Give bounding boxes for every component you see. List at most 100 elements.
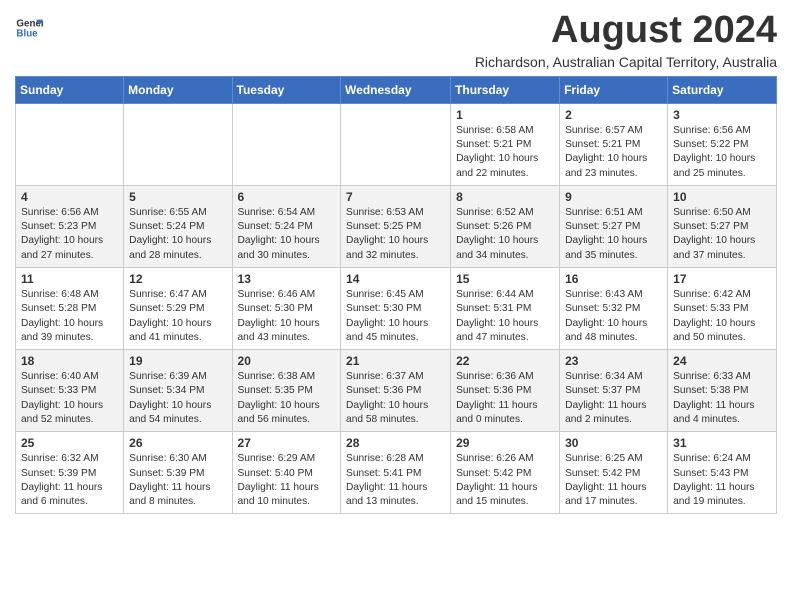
day-info: Sunrise: 6:55 AM Sunset: 5:24 PM Dayligh… (129, 206, 226, 263)
day-cell (124, 103, 232, 185)
day-number: 14 (346, 272, 445, 286)
week-row-3: 11 Sunrise: 6:48 AM Sunset: 5:28 PM Dayli… (16, 268, 777, 350)
day-info: Sunrise: 6:52 AM Sunset: 5:26 PM Dayligh… (456, 206, 554, 263)
day-cell: 19 Sunrise: 6:39 AM Sunset: 5:34 PM Dayli… (124, 350, 232, 432)
day-info: Sunrise: 6:24 AM Sunset: 5:43 PM Dayligh… (673, 452, 771, 509)
day-cell: 22Sunrise: 6:36 AM Sunset: 5:36 PM Dayli… (451, 350, 560, 432)
day-info: Sunrise: 6:38 AM Sunset: 5:35 PM Dayligh… (238, 370, 336, 427)
day-cell: 1Sunrise: 6:58 AM Sunset: 5:21 PM Daylig… (451, 103, 560, 185)
day-info: Sunrise: 6:48 AM Sunset: 5:28 PM Dayligh… (21, 288, 118, 345)
day-number: 13 (238, 272, 336, 286)
day-info: Sunrise: 6:43 AM Sunset: 5:32 PM Dayligh… (565, 288, 662, 345)
day-number: 9 (565, 190, 662, 204)
day-cell: 12Sunrise: 6:47 AM Sunset: 5:29 PM Dayli… (124, 268, 232, 350)
day-number: 18 (21, 354, 118, 368)
day-cell: 27Sunrise: 6:29 AM Sunset: 5:40 PM Dayli… (232, 432, 341, 514)
day-number: 7 (346, 190, 445, 204)
day-number: 6 (238, 190, 336, 204)
day-number: 27 (238, 436, 336, 450)
day-number: 11 (21, 272, 118, 286)
day-cell: 28 Sunrise: 6:28 AM Sunset: 5:41 PM Dayli… (341, 432, 451, 514)
day-info: Sunrise: 6:37 AM Sunset: 5:36 PM Dayligh… (346, 370, 445, 427)
day-cell: 26Sunrise: 6:30 AM Sunset: 5:39 PM Dayli… (124, 432, 232, 514)
day-cell: 13 Sunrise: 6:46 AM Sunset: 5:30 PM Dayli… (232, 268, 341, 350)
day-cell (16, 103, 124, 185)
day-cell (232, 103, 341, 185)
day-cell: 29 Sunrise: 6:26 AM Sunset: 5:42 PM Dayli… (451, 432, 560, 514)
header-cell-monday: Monday (124, 76, 232, 103)
day-number: 29 (456, 436, 554, 450)
header-cell-thursday: Thursday (451, 76, 560, 103)
day-info: Sunrise: 6:58 AM Sunset: 5:21 PM Dayligh… (456, 124, 554, 181)
day-cell: 16 Sunrise: 6:43 AM Sunset: 5:32 PM Dayli… (560, 268, 668, 350)
day-cell: 17 Sunrise: 6:42 AM Sunset: 5:33 PM Dayli… (668, 268, 777, 350)
day-cell: 20 Sunrise: 6:38 AM Sunset: 5:35 PM Dayli… (232, 350, 341, 432)
header-cell-sunday: Sunday (16, 76, 124, 103)
week-row-2: 4 Sunrise: 6:56 AM Sunset: 5:23 PM Daylig… (16, 185, 777, 267)
day-cell: 11 Sunrise: 6:48 AM Sunset: 5:28 PM Dayli… (16, 268, 124, 350)
day-number: 28 (346, 436, 445, 450)
day-number: 12 (129, 272, 226, 286)
main-title: August 2024 (475, 10, 777, 52)
logo: General Blue (15, 14, 43, 42)
day-cell: 24Sunrise: 6:33 AM Sunset: 5:38 PM Dayli… (668, 350, 777, 432)
header-row: SundayMondayTuesdayWednesdayThursdayFrid… (16, 76, 777, 103)
title-area: August 2024 Richardson, Australian Capit… (475, 10, 777, 70)
day-info: Sunrise: 6:28 AM Sunset: 5:41 PM Dayligh… (346, 452, 445, 509)
day-info: Sunrise: 6:42 AM Sunset: 5:33 PM Dayligh… (673, 288, 771, 345)
logo-icon: General Blue (15, 14, 43, 42)
calendar-header: SundayMondayTuesdayWednesdayThursdayFrid… (16, 76, 777, 103)
day-cell: 21 Sunrise: 6:37 AM Sunset: 5:36 PM Dayli… (341, 350, 451, 432)
day-info: Sunrise: 6:40 AM Sunset: 5:33 PM Dayligh… (21, 370, 118, 427)
day-number: 26 (129, 436, 226, 450)
header-cell-wednesday: Wednesday (341, 76, 451, 103)
day-cell: 14 Sunrise: 6:45 AM Sunset: 5:30 PM Dayli… (341, 268, 451, 350)
header-cell-friday: Friday (560, 76, 668, 103)
day-cell: 25Sunrise: 6:32 AM Sunset: 5:39 PM Dayli… (16, 432, 124, 514)
day-info: Sunrise: 6:33 AM Sunset: 5:38 PM Dayligh… (673, 370, 771, 427)
day-number: 21 (346, 354, 445, 368)
day-info: Sunrise: 6:45 AM Sunset: 5:30 PM Dayligh… (346, 288, 445, 345)
day-cell: 4 Sunrise: 6:56 AM Sunset: 5:23 PM Daylig… (16, 185, 124, 267)
day-number: 23 (565, 354, 662, 368)
day-number: 17 (673, 272, 771, 286)
day-info: Sunrise: 6:26 AM Sunset: 5:42 PM Dayligh… (456, 452, 554, 509)
day-cell: 5 Sunrise: 6:55 AM Sunset: 5:24 PM Daylig… (124, 185, 232, 267)
day-number: 10 (673, 190, 771, 204)
day-cell (341, 103, 451, 185)
header-cell-tuesday: Tuesday (232, 76, 341, 103)
week-row-4: 18 Sunrise: 6:40 AM Sunset: 5:33 PM Dayli… (16, 350, 777, 432)
day-number: 20 (238, 354, 336, 368)
week-row-1: 1Sunrise: 6:58 AM Sunset: 5:21 PM Daylig… (16, 103, 777, 185)
day-info: Sunrise: 6:51 AM Sunset: 5:27 PM Dayligh… (565, 206, 662, 263)
header: General Blue August 2024 Richardson, Aus… (15, 10, 777, 70)
day-info: Sunrise: 6:34 AM Sunset: 5:37 PM Dayligh… (565, 370, 662, 427)
calendar-body: 1Sunrise: 6:58 AM Sunset: 5:21 PM Daylig… (16, 103, 777, 514)
day-info: Sunrise: 6:44 AM Sunset: 5:31 PM Dayligh… (456, 288, 554, 345)
day-info: Sunrise: 6:54 AM Sunset: 5:24 PM Dayligh… (238, 206, 336, 263)
day-number: 8 (456, 190, 554, 204)
day-info: Sunrise: 6:36 AM Sunset: 5:36 PM Dayligh… (456, 370, 554, 427)
day-info: Sunrise: 6:56 AM Sunset: 5:23 PM Dayligh… (21, 206, 118, 263)
day-number: 16 (565, 272, 662, 286)
svg-text:Blue: Blue (16, 28, 38, 39)
day-info: Sunrise: 6:46 AM Sunset: 5:30 PM Dayligh… (238, 288, 336, 345)
day-number: 3 (673, 108, 771, 122)
day-number: 31 (673, 436, 771, 450)
day-cell: 6 Sunrise: 6:54 AM Sunset: 5:24 PM Daylig… (232, 185, 341, 267)
day-info: Sunrise: 6:50 AM Sunset: 5:27 PM Dayligh… (673, 206, 771, 263)
day-cell: 18 Sunrise: 6:40 AM Sunset: 5:33 PM Dayli… (16, 350, 124, 432)
day-cell: 7Sunrise: 6:53 AM Sunset: 5:25 PM Daylig… (341, 185, 451, 267)
day-info: Sunrise: 6:56 AM Sunset: 5:22 PM Dayligh… (673, 124, 771, 181)
day-cell: 2Sunrise: 6:57 AM Sunset: 5:21 PM Daylig… (560, 103, 668, 185)
day-cell: 30Sunrise: 6:25 AM Sunset: 5:42 PM Dayli… (560, 432, 668, 514)
day-number: 4 (21, 190, 118, 204)
day-number: 5 (129, 190, 226, 204)
day-cell: 9 Sunrise: 6:51 AM Sunset: 5:27 PM Daylig… (560, 185, 668, 267)
day-info: Sunrise: 6:39 AM Sunset: 5:34 PM Dayligh… (129, 370, 226, 427)
day-cell: 31 Sunrise: 6:24 AM Sunset: 5:43 PM Dayli… (668, 432, 777, 514)
day-cell: 8 Sunrise: 6:52 AM Sunset: 5:26 PM Daylig… (451, 185, 560, 267)
day-info: Sunrise: 6:32 AM Sunset: 5:39 PM Dayligh… (21, 452, 118, 509)
day-cell: 23 Sunrise: 6:34 AM Sunset: 5:37 PM Dayli… (560, 350, 668, 432)
day-number: 19 (129, 354, 226, 368)
